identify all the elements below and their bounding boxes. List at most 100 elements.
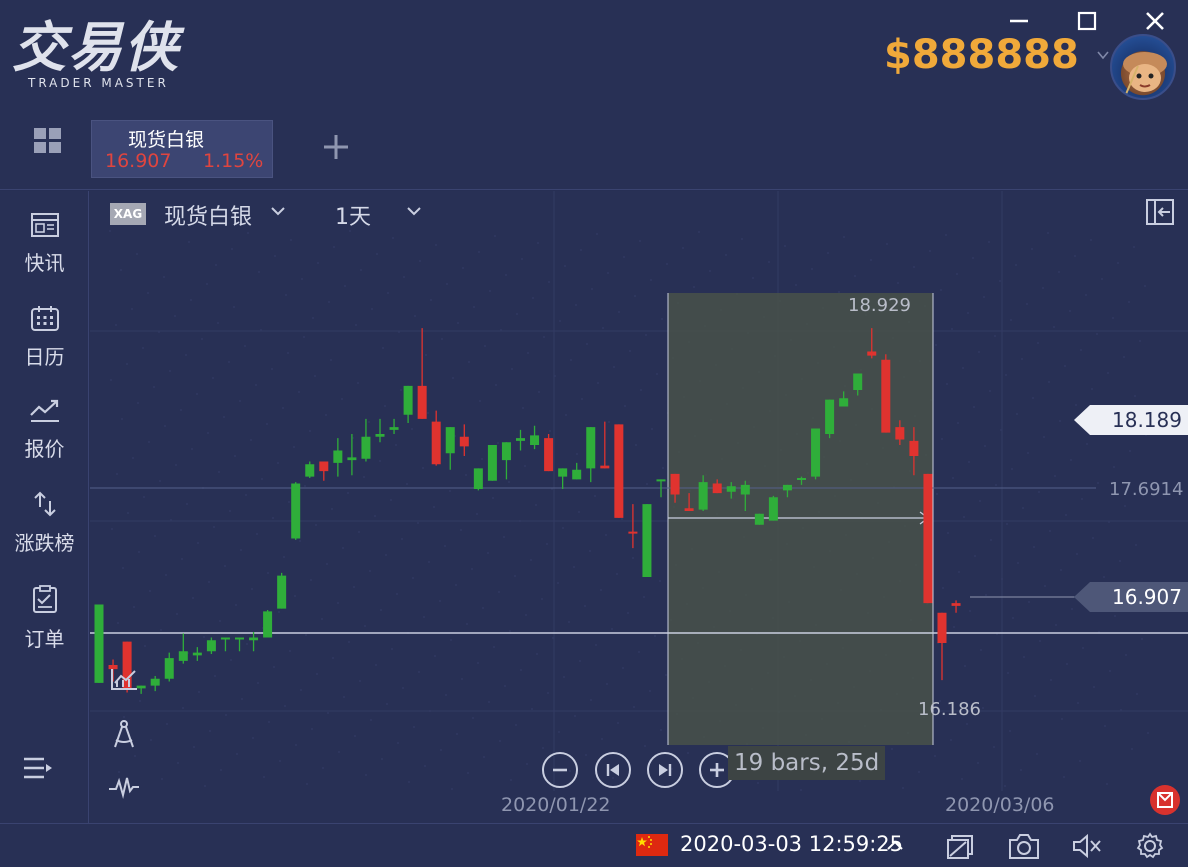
map-dot (219, 768, 223, 772)
map-dot (386, 291, 390, 295)
map-dot (451, 376, 455, 380)
sidebar-item-movers[interactable]: 涨跌榜 (0, 491, 89, 556)
map-dot (928, 249, 932, 253)
map-dot (842, 235, 846, 239)
chart-symbol-selector[interactable]: 现货白银 (164, 199, 252, 231)
map-dot (254, 383, 258, 387)
candle-body (811, 428, 821, 477)
candle-body (235, 637, 244, 640)
symbol-tab[interactable]: 现货白银 16.907 1.15% (91, 120, 273, 178)
collapse-panel-icon[interactable] (1146, 199, 1174, 225)
user-avatar[interactable] (1110, 34, 1176, 100)
map-dot (411, 576, 415, 580)
sidebar-item-news[interactable]: 快讯 (0, 213, 89, 276)
map-dot (561, 526, 565, 530)
map-dot (1053, 474, 1057, 478)
map-dot (141, 346, 145, 350)
map-dot (276, 461, 280, 465)
map-dot (389, 498, 393, 502)
map-dot (314, 523, 318, 527)
map-dot (239, 548, 243, 552)
layers-icon[interactable] (946, 832, 976, 860)
map-dot (439, 748, 443, 752)
go-to-end-button[interactable] (647, 752, 683, 788)
candle-body (698, 482, 708, 510)
alert-badge[interactable] (1150, 785, 1180, 815)
map-dot (407, 780, 411, 784)
timeframe-selector[interactable]: 1天 (335, 199, 371, 231)
map-dot (1033, 694, 1037, 698)
map-dot (1140, 637, 1144, 641)
chart-area[interactable]: XAG 现货白银 1天 18.189 16.907 17.6914 18.929… (90, 191, 1188, 823)
candle-body (516, 438, 525, 441)
map-dot (305, 782, 309, 786)
map-dot (494, 383, 498, 387)
waveform-icon[interactable] (108, 775, 140, 799)
map-dot (628, 349, 632, 353)
map-dot (620, 517, 624, 521)
map-dot (270, 367, 274, 371)
map-dot (354, 323, 358, 327)
map-dot (979, 648, 983, 652)
candle-body (656, 479, 666, 482)
map-dot (575, 452, 579, 456)
map-dot (981, 706, 985, 710)
candlestick-chart[interactable] (90, 191, 1188, 823)
sidebar-item-calendar[interactable]: 日历 (0, 305, 89, 370)
map-dot (467, 360, 471, 364)
chevron-down-icon[interactable] (270, 205, 286, 217)
go-to-start-button[interactable] (595, 752, 631, 788)
map-dot (1146, 731, 1150, 735)
settings-icon[interactable] (1136, 832, 1164, 860)
account-balance[interactable]: $888888 (884, 32, 1109, 78)
map-dot (459, 528, 463, 532)
candle-body (530, 435, 540, 445)
map-dot (352, 585, 356, 589)
map-dot (633, 294, 637, 298)
map-dot (686, 751, 690, 755)
grid-view-icon[interactable] (34, 128, 62, 154)
map-dot (783, 244, 787, 248)
menu-expand-icon[interactable] (22, 755, 52, 781)
map-dot (1009, 318, 1013, 322)
map-dot (309, 578, 313, 582)
sidebar-item-quotes[interactable]: 报价 (0, 397, 89, 462)
candle-body (445, 427, 455, 454)
map-dot (243, 344, 247, 348)
chevron-up-icon[interactable] (886, 838, 904, 852)
indicator-icon[interactable] (110, 667, 138, 691)
map-dot (456, 321, 460, 325)
map-dot (1021, 506, 1025, 510)
map-dot (1004, 373, 1008, 377)
map-dot (466, 771, 470, 775)
chevron-down-icon[interactable] (406, 205, 422, 217)
minimize-icon (1010, 19, 1028, 23)
map-dot (255, 532, 259, 536)
map-dot (697, 230, 701, 234)
map-dot (434, 243, 438, 247)
zoom-out-button[interactable] (542, 752, 578, 788)
map-dot (315, 672, 319, 676)
close-button[interactable] (1142, 8, 1168, 34)
minimize-button[interactable] (1006, 8, 1032, 34)
candle-body (572, 469, 582, 480)
camera-icon[interactable] (1008, 832, 1040, 860)
map-dot (211, 376, 215, 380)
map-dot (423, 764, 427, 768)
drawing-compass-icon[interactable] (112, 719, 136, 749)
map-dot (658, 579, 662, 583)
candle-body (825, 399, 835, 434)
map-dot (165, 722, 169, 726)
maximize-button[interactable] (1074, 8, 1100, 34)
map-dot (214, 263, 218, 267)
map-dot (384, 553, 388, 557)
map-dot (526, 351, 530, 355)
map-dot (228, 509, 232, 513)
add-tab-icon[interactable] (322, 133, 350, 161)
map-dot (1014, 263, 1018, 267)
sidebar-item-orders[interactable]: 订单 (0, 585, 89, 652)
map-dot (303, 484, 307, 488)
map-dot (475, 512, 479, 516)
mute-icon[interactable] (1072, 832, 1102, 860)
map-dot (244, 493, 248, 497)
